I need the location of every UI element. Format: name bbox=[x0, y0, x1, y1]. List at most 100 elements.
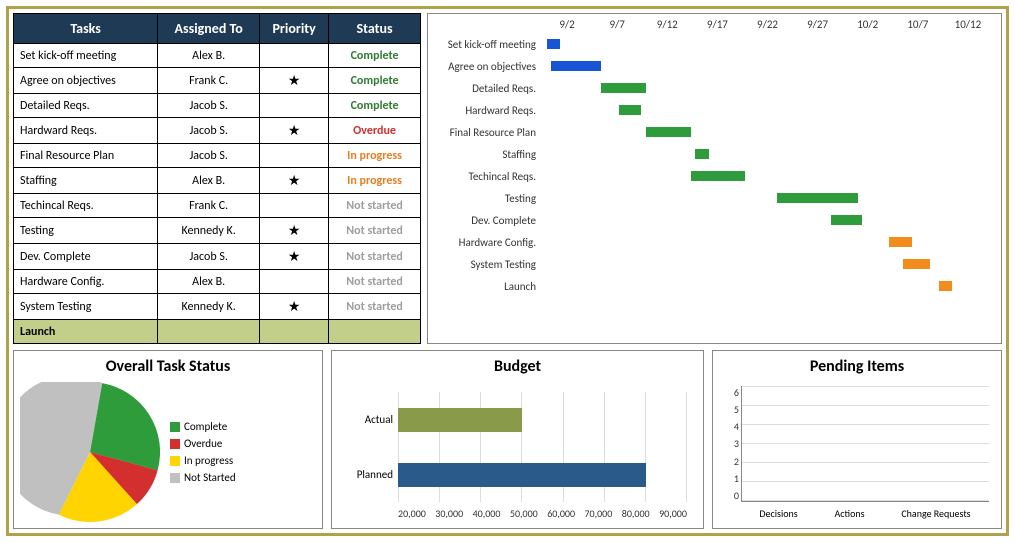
legend-item: Overdue bbox=[170, 437, 236, 450]
gantt-row: Hardware Config. bbox=[432, 231, 993, 253]
task-cell: System Testing bbox=[14, 294, 158, 320]
budget-label: Actual bbox=[338, 413, 393, 426]
gantt-bar bbox=[646, 127, 691, 137]
budget-label: Planned bbox=[338, 468, 393, 481]
gantt-date-tick: 9/2 bbox=[542, 18, 592, 31]
priority-cell bbox=[260, 44, 329, 68]
task-cell: Final Resource Plan bbox=[14, 144, 158, 168]
status-cell: Not started bbox=[329, 194, 421, 218]
table-row[interactable]: Agree on objectivesFrank C.★Complete bbox=[14, 68, 421, 94]
table-row[interactable]: Detailed Reqs.Jacob S.Complete bbox=[14, 94, 421, 118]
pending-ytick: 2 bbox=[725, 455, 739, 468]
legend-swatch bbox=[170, 456, 180, 466]
status-cell: Complete bbox=[329, 68, 421, 94]
table-row[interactable]: TestingKennedy K.★Not started bbox=[14, 218, 421, 244]
legend-swatch bbox=[170, 422, 180, 432]
task-cell: Hardware Config. bbox=[14, 270, 158, 294]
legend-swatch bbox=[170, 439, 180, 449]
task-cell: Detailed Reqs. bbox=[14, 94, 158, 118]
gantt-date-tick: 9/22 bbox=[742, 18, 792, 31]
pending-ytick: 6 bbox=[725, 386, 739, 399]
table-row[interactable]: Final Resource PlanJacob S. In progress bbox=[14, 144, 421, 168]
assigned-cell: Frank C. bbox=[158, 194, 260, 218]
table-row[interactable]: System TestingKennedy K.★Not started bbox=[14, 294, 421, 320]
bottom-charts: Overall Task Status CompleteOverdueIn pr… bbox=[13, 350, 1002, 529]
gantt-bar bbox=[691, 171, 745, 181]
gantt-row: Detailed Reqs. bbox=[432, 77, 993, 99]
dashboard-container: Tasks Assigned To Priority Status Set ki… bbox=[6, 6, 1009, 536]
gantt-bar bbox=[831, 215, 863, 225]
gantt-bar bbox=[551, 61, 601, 71]
priority-cell: ★ bbox=[260, 68, 329, 94]
assigned-cell: Jacob S. bbox=[158, 144, 260, 168]
gantt-label: Agree on objectives bbox=[432, 60, 542, 73]
gantt-bar bbox=[889, 237, 912, 247]
pending-card: Pending Items 6543210 DecisionsActionsCh… bbox=[712, 350, 1002, 529]
status-cell: Not started bbox=[329, 218, 421, 244]
pending-xlabel: Decisions bbox=[759, 507, 797, 520]
gantt-bar bbox=[939, 281, 953, 291]
status-cell: Complete bbox=[329, 94, 421, 118]
budget-bar bbox=[398, 463, 646, 487]
budget-tick: 80,000 bbox=[622, 507, 650, 520]
gantt-date-tick: 9/12 bbox=[642, 18, 692, 31]
table-row[interactable]: Techincal Reqs.Frank C. Not started bbox=[14, 194, 421, 218]
budget-tick: 60,000 bbox=[547, 507, 575, 520]
gantt-chart: 9/29/79/129/179/229/2710/210/710/12 Set … bbox=[427, 13, 1002, 344]
gantt-bar bbox=[695, 149, 709, 159]
gantt-row: Set kick-off meeting bbox=[432, 33, 993, 55]
gantt-date-tick: 9/7 bbox=[592, 18, 642, 31]
legend-item: Complete bbox=[170, 420, 236, 433]
launch-row[interactable]: Launch bbox=[14, 320, 421, 344]
pending-xlabel: Change Requests bbox=[901, 507, 970, 520]
task-cell: Set kick-off meeting bbox=[14, 44, 158, 68]
gantt-label: Final Resource Plan bbox=[432, 126, 542, 139]
table-row[interactable]: Hardware Config.Alex B.Not started bbox=[14, 270, 421, 294]
pie-title: Overall Task Status bbox=[20, 357, 316, 376]
assigned-cell: Jacob S. bbox=[158, 118, 260, 144]
table-row[interactable]: Hardward Reqs.Jacob S.★Overdue bbox=[14, 118, 421, 144]
gantt-label: Staffing bbox=[432, 148, 542, 161]
pending-ytick: 3 bbox=[725, 437, 739, 450]
gantt-bar bbox=[777, 193, 858, 203]
gantt-row: Final Resource Plan bbox=[432, 121, 993, 143]
pending-yaxis: 6543210 bbox=[725, 386, 739, 502]
col-tasks: Tasks bbox=[14, 14, 158, 44]
gantt-date-tick: 9/27 bbox=[793, 18, 843, 31]
table-row[interactable]: StaffingAlex B.★In progress bbox=[14, 168, 421, 194]
gantt-date-tick: 10/7 bbox=[893, 18, 943, 31]
gantt-label: Testing bbox=[432, 192, 542, 205]
gantt-row: Hardward Reqs. bbox=[432, 99, 993, 121]
pending-plot bbox=[741, 386, 989, 502]
pie-chart bbox=[20, 382, 160, 522]
assigned-cell: Frank C. bbox=[158, 68, 260, 94]
table-row[interactable]: Set kick-off meetingAlex B.Complete bbox=[14, 44, 421, 68]
gantt-label: Techincal Reqs. bbox=[432, 170, 542, 183]
status-cell: Complete bbox=[329, 44, 421, 68]
task-cell: Techincal Reqs. bbox=[14, 194, 158, 218]
gantt-label: Dev. Complete bbox=[432, 214, 542, 227]
budget-tick: 50,000 bbox=[510, 507, 538, 520]
pending-xaxis: DecisionsActionsChange Requests bbox=[741, 507, 989, 520]
priority-cell: ★ bbox=[260, 294, 329, 320]
budget-tick: 30,000 bbox=[435, 507, 463, 520]
gantt-bar bbox=[547, 39, 561, 49]
assigned-cell: Jacob S. bbox=[158, 244, 260, 270]
gantt-label: Hardward Reqs. bbox=[432, 104, 542, 117]
task-cell: Hardward Reqs. bbox=[14, 118, 158, 144]
launch-label: Launch bbox=[14, 320, 158, 344]
pie-legend: CompleteOverdueIn progressNot Started bbox=[170, 416, 236, 488]
legend-swatch bbox=[170, 473, 180, 483]
priority-cell: ★ bbox=[260, 218, 329, 244]
pending-ytick: 4 bbox=[725, 420, 739, 433]
status-cell: Overdue bbox=[329, 118, 421, 144]
gantt-date-tick: 10/12 bbox=[943, 18, 993, 31]
status-cell: Not started bbox=[329, 294, 421, 320]
pending-ytick: 5 bbox=[725, 403, 739, 416]
table-row[interactable]: Dev. CompleteJacob S.★Not started bbox=[14, 244, 421, 270]
priority-cell: ★ bbox=[260, 244, 329, 270]
gantt-row: Testing bbox=[432, 187, 993, 209]
assigned-cell: Alex B. bbox=[158, 270, 260, 294]
status-cell: In progress bbox=[329, 168, 421, 194]
status-cell: In progress bbox=[329, 144, 421, 168]
